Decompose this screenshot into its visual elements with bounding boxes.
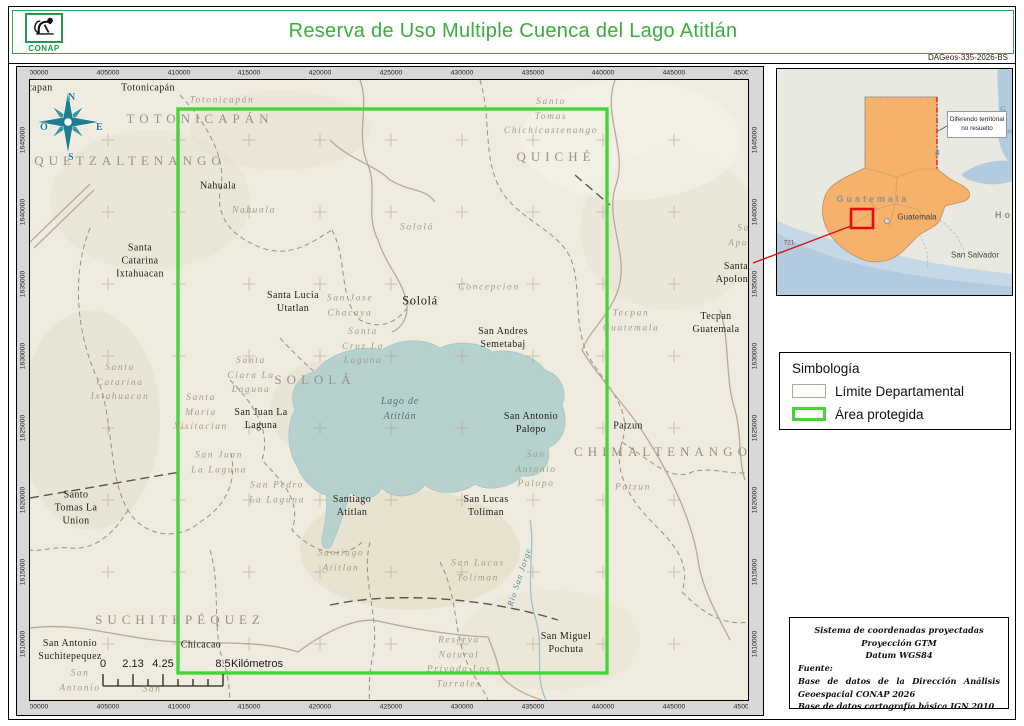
inset-map: GuatemalaHoGuatemalaSan Salvador721BGHon… [776,68,1013,296]
axis-tick: 430000 [451,70,474,77]
axis-tick: 1620000 [20,487,27,513]
axis-tick: 1645000 [20,127,27,153]
axis-tick: 415000 [238,70,261,77]
axis-tick: 1640000 [20,199,27,225]
axis-tick: 405000 [97,704,120,711]
departmental-boundary-swatch [792,384,826,398]
crs-line: Sistema de coordenadas proyectadas [798,624,1000,637]
axis-tick: 1610000 [20,631,27,657]
axis-tick: 405000 [97,70,120,77]
map-canvas: capanTotonicapánNahualaSanta Catarina Ix… [29,79,749,701]
axis-tick: 1640000 [752,199,759,225]
axis-tick: 440000 [592,704,615,711]
axis-tick: 1630000 [752,343,759,369]
axis-tick: 445000 [663,70,686,77]
axis-tick: 425000 [380,70,403,77]
axis-tick: 410000 [168,70,191,77]
axis-tick: 415000 [238,704,261,711]
legend-item-protected-area: Área protegida [792,406,924,422]
axis-tick: 1630000 [20,343,27,369]
axis-tick: 1645000 [752,127,759,153]
axis-right: 1645000 1640000 1635000 1630000 1625000 16200… [749,80,761,700]
axis-tick: 1625000 [752,415,759,441]
axis-tick: 440000 [592,70,615,77]
crs-line: Datum WGS84 [798,649,1000,662]
axis-tick: 1615000 [20,559,27,585]
axis-tick: 400000 [30,70,48,77]
legend-label: Límite Departamental [835,384,964,399]
crs-line: Proyección GTM [798,637,1000,650]
source-line: Base de datos cartografía básica IGN 201… [798,700,1000,713]
axis-top: 400000 405000 410000 415000 420000 425000 4300… [30,67,748,79]
axis-bottom: 400000 405000 410000 415000 420000 425000 4300… [30,701,748,713]
axis-tick: 1620000 [752,487,759,513]
axis-left: 1645000 1640000 1635000 1630000 1625000 16200… [17,80,29,700]
axis-tick: 1610000 [752,631,759,657]
legend-item-departmental: Límite Departamental [792,383,964,399]
conap-logo-text: CONAP [19,44,69,53]
axis-tick: 1615000 [752,559,759,585]
guatemala-city-dot [884,218,889,223]
axis-tick: 410000 [168,704,191,711]
map-artwork [30,80,748,700]
axis-tick: 400000 [30,704,48,711]
source-line: Base de datos de la Dirección Análisis G… [798,675,1000,700]
page-title: Reserva de Uso Multiple Cuenca del Lago … [13,20,1013,43]
axis-tick: 1635000 [752,271,759,297]
axis-tick: 450000 [734,704,748,711]
header: CONAP Reserva de Uso Multiple Cuenca del… [12,10,1014,54]
scale-bar [103,674,223,686]
axis-tick: 445000 [663,704,686,711]
document-id: DAGeos-335-2026-BS [928,53,1008,62]
legend-label: Área protegida [835,407,924,422]
header-divider [8,63,1016,64]
legend-title: Simbología [792,361,860,376]
territorial-note: Diferendo territorial no resuelto [947,111,1007,138]
axis-tick: 450000 [734,70,748,77]
legend: Simbología Límite Departamental Área pro… [779,352,1011,430]
axis-tick: 435000 [522,704,545,711]
axis-tick: 430000 [451,704,474,711]
inset-artwork [777,69,1012,295]
fuente-label: Fuente: [798,662,1000,675]
axis-tick: 1625000 [20,415,27,441]
credits-box: Sistema de coordenadas proyectadas Proye… [789,617,1009,709]
axis-tick: 420000 [309,70,332,77]
protected-area-swatch [792,407,826,421]
axis-tick: 425000 [380,704,403,711]
axis-tick: 1635000 [20,271,27,297]
axis-tick: 420000 [309,704,332,711]
axis-tick: 435000 [522,70,545,77]
main-map-frame: 400000 405000 410000 415000 420000 425000 4300… [16,66,764,716]
